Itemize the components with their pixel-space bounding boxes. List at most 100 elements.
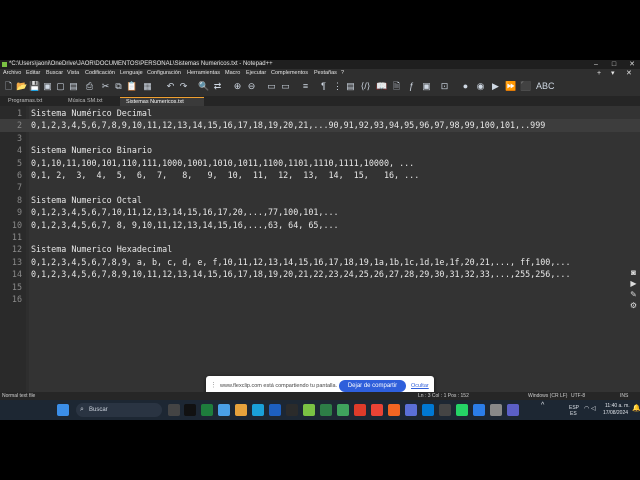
record-macro-icon[interactable]: ●	[460, 81, 471, 92]
editor-line[interactable]: 14 0,1,2,3,4,5,6,7,8,9,10,11,12,13,14,15,…	[0, 268, 640, 280]
brave-icon[interactable]	[388, 404, 400, 416]
tab-programas[interactable]: Programas.txt	[2, 97, 58, 106]
app-icon-7[interactable]	[337, 404, 349, 416]
close-button[interactable]: ✕	[624, 60, 640, 69]
app-icon-11[interactable]	[473, 404, 485, 416]
function-list-icon[interactable]: 🗎	[391, 81, 402, 92]
editor-line[interactable]: 13 0,1,2,3,4,5,6,7,8,9, a, b, c, d, e, f,…	[0, 256, 640, 268]
sync-h-icon[interactable]: ▭	[280, 81, 291, 92]
tray-lang2[interactable]: ES	[570, 411, 577, 417]
undo-icon[interactable]: ↶	[165, 81, 176, 92]
editor-line[interactable]: 3	[0, 132, 640, 144]
tab-musica[interactable]: Música SM.txt	[62, 97, 118, 106]
cut-icon[interactable]: ✂	[100, 81, 111, 92]
wrap-icon[interactable]: ≡	[300, 81, 311, 92]
editor-line[interactable]: 7	[0, 181, 640, 193]
close-file-icon[interactable]: ▢	[55, 81, 66, 92]
app-icon-4[interactable]	[269, 404, 281, 416]
vscode-icon[interactable]	[422, 404, 434, 416]
taskbar-search[interactable]: ⌕ Buscar	[76, 403, 162, 417]
editor-line[interactable]: 11	[0, 231, 640, 243]
pen-icon[interactable]: ✎	[629, 290, 638, 299]
save-macro-icon[interactable]: ⬛	[520, 81, 531, 92]
status-encoding[interactable]: UTF-8	[571, 392, 585, 400]
app-icon-1[interactable]	[184, 404, 196, 416]
show-all-chars-icon[interactable]: ¶	[318, 81, 329, 92]
folder-workspace-icon[interactable]: ▣	[421, 81, 432, 92]
tray-chevron-icon[interactable]: ^	[541, 402, 544, 409]
app-icon-5[interactable]	[286, 404, 298, 416]
copy-icon[interactable]: ⧉	[113, 81, 124, 92]
run-macro-multiple-icon[interactable]: ⏩	[505, 81, 516, 92]
notification-icon[interactable]: 🔔	[632, 404, 640, 412]
doc-map-icon[interactable]: ▤	[345, 81, 356, 92]
edge-icon[interactable]	[252, 404, 264, 416]
doc-list-icon[interactable]: 📖	[376, 81, 387, 92]
menu-herramientas[interactable]: Herramientas	[187, 69, 220, 78]
redo-icon[interactable]: ↷	[178, 81, 189, 92]
save-icon[interactable]: 💾	[29, 81, 40, 92]
close-all-icon[interactable]: ▤	[68, 81, 79, 92]
indent-guide-icon[interactable]: ⋮	[332, 81, 343, 92]
status-eol[interactable]: Windows (CR LF)	[528, 392, 567, 400]
play-macro-icon[interactable]: ▶	[490, 81, 501, 92]
video-icon[interactable]: ▶	[629, 279, 638, 288]
minimize-button[interactable]: –	[588, 60, 604, 69]
chrome-icon[interactable]	[371, 404, 383, 416]
paste-special-icon[interactable]: ▦	[142, 81, 153, 92]
app-icon-6[interactable]	[320, 404, 332, 416]
task-view-icon[interactable]	[168, 404, 180, 416]
add-icon[interactable]: +	[597, 69, 601, 78]
editor-line[interactable]: 4 Sistema Numerico Binario	[0, 144, 640, 156]
drag-handle-icon[interactable]: ⋮	[210, 382, 217, 390]
app-icon-3[interactable]	[218, 404, 230, 416]
print-icon[interactable]: ⎙	[84, 81, 95, 92]
app-icon-9[interactable]	[405, 404, 417, 416]
windows-start-icon[interactable]	[57, 404, 69, 416]
monitoring-icon[interactable]: ⊡	[439, 81, 450, 92]
editor-line[interactable]: 15	[0, 281, 640, 293]
spell-check-icon[interactable]: ABC	[536, 81, 555, 92]
save-all-icon[interactable]: ▣	[42, 81, 53, 92]
close-doc-icon[interactable]: ✕	[626, 69, 632, 78]
zoom-out-icon[interactable]: ⊖	[246, 81, 257, 92]
editor-line[interactable]: 1 Sistema Numérico Decimal	[0, 107, 640, 119]
editor-line[interactable]: 6 0,1, 2, 3, 4, 5, 6, 7, 8, 9, 10, 11, 12…	[0, 169, 640, 181]
menu-help[interactable]: ?	[341, 69, 344, 78]
menu-codificacion[interactable]: Codificación	[85, 69, 115, 78]
editor[interactable]: 1 Sistema Numérico Decimal 2 0,1,2,3,4,5,6,…	[0, 106, 640, 420]
tray-time[interactable]: 11:40 a. m.	[605, 403, 630, 409]
tab-sistemas-numericos[interactable]: Sistemas Numericos.txt	[120, 97, 204, 106]
menu-complementos[interactable]: Complementos	[271, 69, 308, 78]
app-icon-8[interactable]	[354, 404, 366, 416]
tray-date[interactable]: 17/08/2024	[603, 410, 628, 416]
menu-editar[interactable]: Editar	[26, 69, 40, 78]
open-file-icon[interactable]: 📂	[16, 81, 27, 92]
stop-macro-icon[interactable]: ◉	[475, 81, 486, 92]
editor-line[interactable]: 8 Sistema Numerico Octal	[0, 194, 640, 206]
editor-line[interactable]: 9 0,1,2,3,4,5,6,7,10,11,12,13,14,15,16,17…	[0, 206, 640, 218]
function-icon[interactable]: ƒ	[406, 81, 417, 92]
menu-buscar[interactable]: Buscar	[46, 69, 63, 78]
app-icon-10[interactable]	[439, 404, 451, 416]
dropdown-icon[interactable]: ▾	[611, 69, 615, 78]
stop-sharing-button[interactable]: Dejar de compartir	[339, 380, 406, 392]
menu-configuracion[interactable]: Configuración	[147, 69, 181, 78]
maximize-button[interactable]: □	[606, 60, 622, 69]
whatsapp-icon[interactable]	[456, 404, 468, 416]
menu-vista[interactable]: Vista	[67, 69, 79, 78]
zoom-in-icon[interactable]: ⊕	[232, 81, 243, 92]
menu-lenguaje[interactable]: Lenguaje	[120, 69, 143, 78]
editor-line[interactable]: 10 0,1,2,3,4,5,6,7, 8, 9,10,11,12,13,14,1…	[0, 219, 640, 231]
editor-line[interactable]: 2 0,1,2,3,4,5,6,7,8,9,10,11,12,13,14,15,1…	[0, 119, 640, 132]
menu-pestanas[interactable]: Pestañas	[314, 69, 337, 78]
volume-icon[interactable]: ◁	[591, 405, 596, 412]
menu-archivo[interactable]: Archivo	[3, 69, 21, 78]
lang-udl-icon[interactable]: ⟨/⟩	[360, 81, 371, 92]
menu-macro[interactable]: Macro	[225, 69, 240, 78]
editor-line[interactable]: 16	[0, 293, 640, 305]
paste-icon[interactable]: 📋	[126, 81, 137, 92]
editor-line[interactable]: 5 0,1,10,11,100,101,110,111,1000,1001,101…	[0, 157, 640, 169]
editor-line[interactable]: 12 Sistema Numerico Hexadecimal	[0, 243, 640, 255]
sync-v-icon[interactable]: ▭	[266, 81, 277, 92]
